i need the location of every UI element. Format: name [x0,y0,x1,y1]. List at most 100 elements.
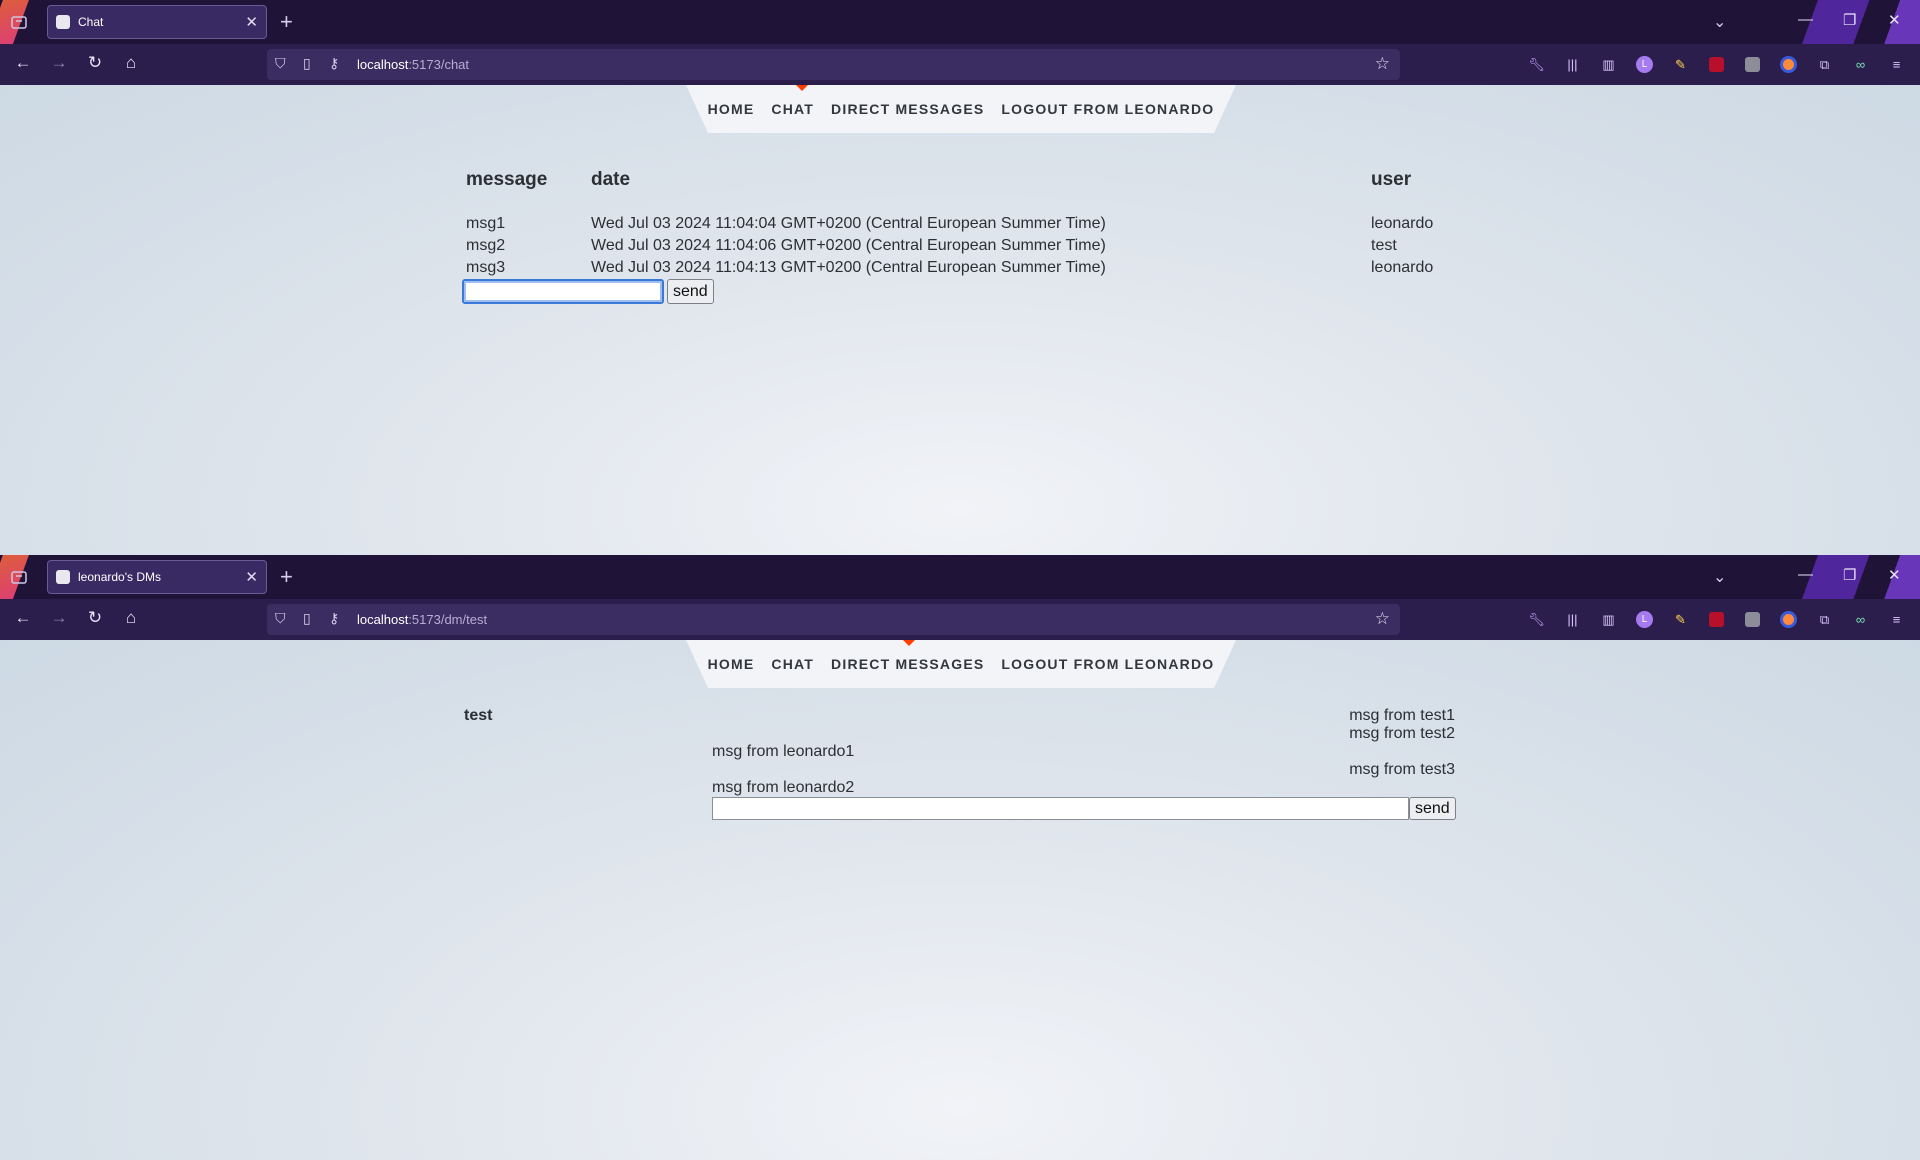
dm-message-outgoing: msg from leonardo2 [712,779,855,796]
library-icon[interactable]: ||| [1562,610,1583,629]
extension-glasses-icon[interactable]: ∞ [1850,610,1871,629]
user-cell: leonardo [1371,215,1434,232]
sidebar-icon[interactable]: ▥ [1598,610,1619,629]
table-row: msg3 Wed Jul 03 2024 11:04:13 GMT+0200 (… [466,257,1433,279]
back-icon[interactable]: ← [12,608,34,628]
dm-message-incoming: msg from test1 [1349,707,1455,724]
tab-dms[interactable]: leonardo's DMs ✕ [47,560,267,594]
list-all-tabs-icon[interactable]: ⌄ [1713,12,1726,32]
extensions-puzzle-icon[interactable]: ⧉ [1814,610,1835,629]
minimize-icon[interactable]: — [1798,11,1813,28]
chat-table: message date user msg1 Wed Jul 03 2024 1… [466,169,1433,279]
toolbar-icons: 🔧︎ ||| ▥ L ✎ ⧉ ∞ ≡ [1526,610,1907,629]
nav-link-direct-messages[interactable]: DIRECT MESSAGES [831,656,984,672]
column-header-message: message [466,169,548,190]
url-text[interactable]: localhost:5173/dm/test [357,612,487,627]
message-cell: msg2 [466,237,506,254]
site-nav: HOME CHAT DIRECT MESSAGES LOGOUT FROM LE… [686,640,1236,688]
extension-pen-icon[interactable]: ✎ [1670,55,1691,74]
menu-icon[interactable]: ≡ [1886,610,1907,629]
dm-form: send [712,797,1456,820]
date-cell: Wed Jul 03 2024 11:04:06 GMT+0200 (Centr… [591,237,1106,254]
sidebar-icon[interactable]: ▥ [1598,55,1619,74]
extension-l-icon[interactable]: L [1636,56,1653,73]
nav-link-chat[interactable]: CHAT [771,656,814,672]
home-icon[interactable]: ⌂ [120,53,142,73]
bookmark-star-icon[interactable]: ☆ [1375,609,1390,629]
page-content: HOME CHAT DIRECT MESSAGES LOGOUT FROM LE… [0,85,1920,555]
reload-icon[interactable]: ↻ [84,53,106,73]
toolbar-icons: 🔧︎ ||| ▥ L ✎ ⧉ ∞ ≡ [1526,55,1907,74]
shield-icon[interactable]: ⛉ [275,610,286,627]
dm-message-incoming: msg from test2 [1349,725,1455,742]
user-cell: leonardo [1371,259,1434,276]
dm-message-input[interactable] [712,797,1409,820]
minimize-icon[interactable]: — [1798,566,1813,583]
url-bar[interactable]: ⛉ ▯ ⚷ localhost:5173/dm/test ☆ [267,604,1400,635]
dm-message-incoming: msg from test3 [1349,761,1455,778]
wrench-icon[interactable]: 🔧︎ [1526,55,1547,74]
maximize-icon[interactable]: ❐ [1843,11,1856,29]
list-all-tabs-icon[interactable]: ⌄ [1713,567,1726,587]
ublock-icon[interactable] [1709,57,1724,72]
navigation-toolbar: ← → ↻ ⌂ ⛉ ▯ ⚷ localhost:5173/dm/test ☆ 🔧… [0,599,1920,640]
tab-strip: leonardo's DMs ✕ + ⌄ — ❐ ✕ [0,555,1920,599]
wrench-icon[interactable]: 🔧︎ [1526,610,1547,629]
menu-icon[interactable]: ≡ [1886,55,1907,74]
tab-list-icon[interactable] [10,568,28,586]
extension-circle-icon[interactable] [1780,611,1797,628]
tab-title: leonardo's DMs [78,570,161,584]
send-button[interactable]: send [667,279,714,304]
extension-glasses-icon[interactable]: ∞ [1850,55,1871,74]
forward-icon[interactable]: → [48,53,70,73]
table-row: msg2 Wed Jul 03 2024 11:04:06 GMT+0200 (… [466,235,1433,257]
url-text[interactable]: localhost:5173/chat [357,57,469,72]
close-tab-icon[interactable]: ✕ [245,15,258,30]
nav-link-logout[interactable]: LOGOUT FROM LEONARDO [1001,656,1214,672]
library-icon[interactable]: ||| [1562,55,1583,74]
forward-icon[interactable]: → [48,608,70,628]
ublock-icon[interactable] [1709,612,1724,627]
navigation-toolbar: ← → ↻ ⌂ ⛉ ▯ ⚷ localhost:5173/chat ☆ 🔧︎ |… [0,44,1920,85]
maximize-icon[interactable]: ❐ [1843,566,1856,584]
tab-title: Chat [78,15,104,29]
bookmark-star-icon[interactable]: ☆ [1375,54,1390,74]
reload-icon[interactable]: ↻ [84,608,106,628]
message-cell: msg3 [466,259,506,276]
nav-link-chat[interactable]: CHAT [771,101,814,117]
nav-link-logout[interactable]: LOGOUT FROM LEONARDO [1001,101,1214,117]
date-cell: Wed Jul 03 2024 11:04:13 GMT+0200 (Centr… [591,259,1106,276]
extension-circle-icon[interactable] [1780,56,1797,73]
shield-icon[interactable]: ⛉ [275,55,286,72]
back-icon[interactable]: ← [12,53,34,73]
extension-s-icon[interactable] [1745,612,1760,627]
key-icon[interactable]: ⚷ [329,55,339,72]
page-content: HOME CHAT DIRECT MESSAGES LOGOUT FROM LE… [0,640,1920,1160]
nav-link-home[interactable]: HOME [708,656,755,672]
chat-message-input[interactable] [462,279,664,304]
extension-l-icon[interactable]: L [1636,611,1653,628]
browser-window-chat: Chat ✕ + ⌄ — ❐ ✕ ← → ↻ ⌂ ⛉ ▯ ⚷ localhost… [0,0,1920,555]
page-icon[interactable]: ▯ [303,610,311,627]
extensions-puzzle-icon[interactable]: ⧉ [1814,55,1835,74]
tab-list-icon[interactable] [10,13,28,31]
close-window-icon[interactable]: ✕ [1888,566,1901,584]
close-tab-icon[interactable]: ✕ [245,570,258,585]
table-header-row: message date user [466,169,1433,213]
tab-chat[interactable]: Chat ✕ [47,5,267,39]
svelte-favicon-icon [56,15,70,29]
nav-link-direct-messages[interactable]: DIRECT MESSAGES [831,101,984,117]
send-button[interactable]: send [1409,797,1456,820]
key-icon[interactable]: ⚷ [329,610,339,627]
page-icon[interactable]: ▯ [303,55,311,72]
date-cell: Wed Jul 03 2024 11:04:04 GMT+0200 (Centr… [591,215,1106,232]
new-tab-icon[interactable]: + [280,10,293,34]
url-bar[interactable]: ⛉ ▯ ⚷ localhost:5173/chat ☆ [267,49,1400,80]
extension-s-icon[interactable] [1745,57,1760,72]
new-tab-icon[interactable]: + [280,565,293,589]
nav-link-home[interactable]: HOME [708,101,755,117]
column-header-date: date [591,169,631,190]
extension-pen-icon[interactable]: ✎ [1670,610,1691,629]
close-window-icon[interactable]: ✕ [1888,11,1901,29]
home-icon[interactable]: ⌂ [120,608,142,628]
